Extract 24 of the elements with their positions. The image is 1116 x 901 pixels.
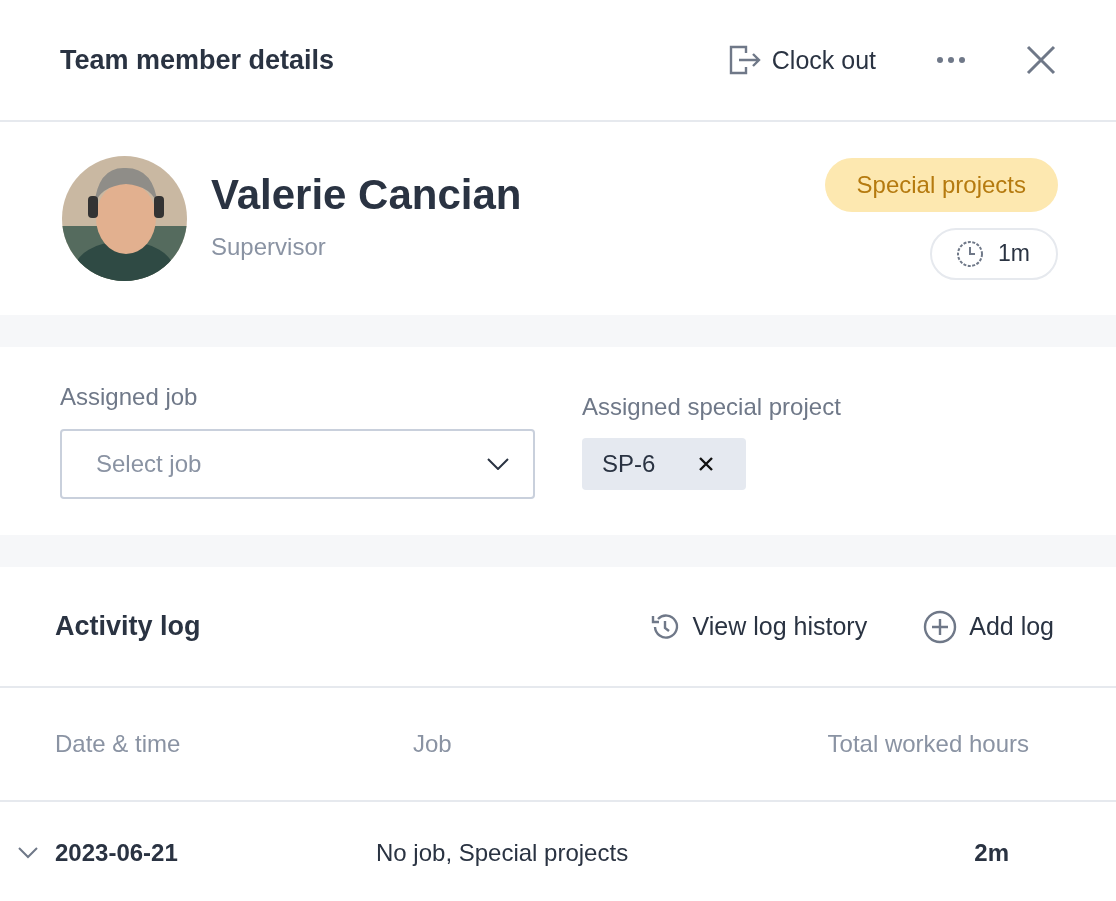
member-name: Valerie Cancian	[211, 170, 523, 219]
column-header: Job	[413, 730, 453, 758]
status-badge: Special projects	[824, 157, 1058, 212]
exit-icon	[727, 44, 762, 76]
hours-cell: 2m	[974, 839, 1009, 867]
member-role: Supervisor	[211, 232, 327, 261]
plus-circle-icon	[923, 609, 958, 644]
column-header: Date & time	[55, 730, 182, 758]
close-icon[interactable]	[1026, 45, 1056, 75]
panel-title: Team member details	[60, 44, 336, 76]
job-cell-text: No job, Special projects	[376, 839, 630, 867]
view-log-history-button[interactable]: View log history	[648, 610, 868, 643]
section-title: Activity log	[55, 611, 202, 642]
field-label: Assigned job	[60, 383, 199, 411]
remove-icon[interactable]	[698, 456, 714, 472]
column-header: Total worked hours	[827, 730, 1029, 758]
date-cell-text: 2023-06-21	[55, 839, 179, 867]
clock-icon	[956, 239, 985, 268]
chip-label: SP-6	[602, 450, 656, 478]
add-log-button[interactable]: Add log	[923, 609, 1054, 644]
clock-out-button[interactable]: Clock out	[727, 44, 876, 76]
field-label: Assigned special project	[582, 393, 841, 421]
duration-text: 1m	[998, 240, 1030, 267]
chevron-down-icon	[487, 458, 509, 470]
